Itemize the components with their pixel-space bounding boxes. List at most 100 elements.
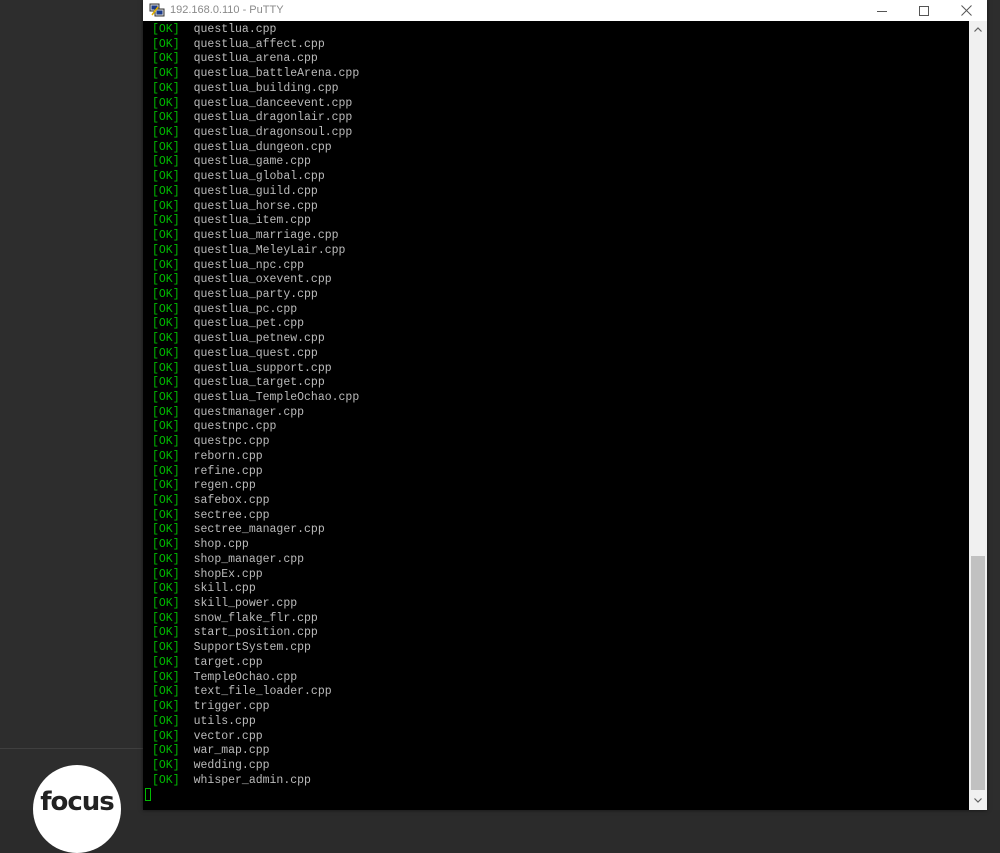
terminal-line: [OK] questlua_npc.cpp [152, 259, 359, 274]
terminal-line: [OK] refine.cpp [152, 465, 359, 480]
ok-status-tag: [OK] [152, 111, 180, 125]
terminal-line: [OK] questmanager.cpp [152, 406, 359, 421]
terminal-line: [OK] questlua_game.cpp [152, 155, 359, 170]
compiled-file-name: questlua_guild.cpp [193, 184, 318, 198]
ok-status-tag: [OK] [152, 317, 180, 331]
terminal-line: [OK] safebox.cpp [152, 494, 359, 509]
terminal-line: [OK] questlua_dungeon.cpp [152, 141, 359, 156]
compiled-file-name: skill.cpp [193, 582, 256, 596]
compiled-file-name: trigger.cpp [193, 700, 270, 714]
terminal-line: [OK] sectree.cpp [152, 509, 359, 524]
ok-status-tag: [OK] [152, 655, 180, 669]
terminal-line: [OK] trigger.cpp [152, 700, 359, 715]
terminal-line: [OK] questlua_affect.cpp [152, 38, 359, 53]
ok-status-tag: [OK] [152, 140, 180, 154]
ok-status-tag: [OK] [152, 52, 180, 66]
compiled-file-name: whisper_admin.cpp [193, 773, 311, 787]
ok-status-tag: [OK] [152, 361, 180, 375]
compiled-file-name: sectree.cpp [193, 508, 270, 522]
terminal-line: [OK] vector.cpp [152, 730, 359, 745]
ok-status-tag: [OK] [152, 184, 180, 198]
compiled-file-name: questlua_marriage.cpp [193, 229, 339, 243]
ok-status-tag: [OK] [152, 479, 180, 493]
title-bar[interactable]: 192.168.0.110 - PuTTY [143, 0, 987, 21]
maximize-icon [919, 5, 929, 16]
terminal-line: [OK] regen.cpp [152, 479, 359, 494]
compiled-file-name: questlua_affect.cpp [193, 37, 325, 51]
terminal-line: [OK] questlua_MeleyLair.cpp [152, 244, 359, 259]
ok-status-tag: [OK] [152, 641, 180, 655]
ok-status-tag: [OK] [152, 229, 180, 243]
terminal-line: [OK] questlua_petnew.cpp [152, 332, 359, 347]
ok-status-tag: [OK] [152, 37, 180, 51]
compiled-file-name: utils.cpp [193, 714, 256, 728]
ok-status-tag: [OK] [152, 670, 180, 684]
ok-status-tag: [OK] [152, 170, 180, 184]
compiled-file-name: safebox.cpp [193, 494, 270, 507]
terminal-line: [OK] start_position.cpp [152, 626, 359, 641]
scroll-down-arrow-icon [974, 798, 982, 803]
terminal-line: [OK] questlua.cpp [152, 23, 359, 38]
terminal-line: [OK] questlua_pet.cpp [152, 317, 359, 332]
compiled-file-name: questmanager.cpp [193, 405, 305, 419]
terminal-line: [OK] skill.cpp [152, 582, 359, 597]
focus-logo: focus [33, 765, 121, 853]
scroll-down-button[interactable] [969, 792, 987, 809]
terminal-line: [OK] questlua_quest.cpp [152, 347, 359, 362]
compiled-file-name: questlua_petnew.cpp [193, 332, 325, 346]
terminal-line: [OK] war_map.cpp [152, 744, 359, 759]
ok-status-tag: [OK] [152, 744, 180, 758]
compiled-file-name: questpc.cpp [193, 435, 270, 449]
putty-window[interactable]: 192.168.0.110 - PuTTY [OK] questlua.cpp [O… [143, 0, 987, 810]
terminal-line: [OK] questlua_danceevent.cpp [152, 97, 359, 112]
ok-status-tag: [OK] [152, 420, 180, 434]
terminal-line: [OK] questlua_target.cpp [152, 376, 359, 391]
minimize-icon [877, 10, 887, 12]
desktop-divider [0, 748, 143, 749]
terminal-line: [OK] reborn.cpp [152, 450, 359, 465]
vertical-scrollbar[interactable] [969, 21, 987, 810]
terminal-line: [OK] wedding.cpp [152, 759, 359, 774]
compiled-file-name: reborn.cpp [193, 449, 263, 463]
compiled-file-name: text_file_loader.cpp [193, 685, 332, 699]
terminal-line: [OK] snow_flake_flr.cpp [152, 612, 359, 627]
ok-status-tag: [OK] [152, 449, 180, 463]
focus-logo-text: focus [40, 787, 115, 817]
ok-status-tag: [OK] [152, 435, 180, 449]
compiled-file-name: questlua_arena.cpp [193, 52, 318, 66]
ok-status-tag: [OK] [152, 552, 180, 566]
compiled-file-name: shop_manager.cpp [193, 552, 305, 566]
compiled-file-name: questlua_pet.cpp [193, 317, 305, 331]
compiled-file-name: snow_flake_flr.cpp [193, 611, 318, 625]
terminal-line: [OK] questlua_arena.cpp [152, 52, 359, 67]
maximize-button[interactable] [903, 0, 945, 21]
ok-status-tag: [OK] [152, 758, 180, 772]
compiled-file-name: questlua_MeleyLair.cpp [193, 243, 346, 257]
compiled-file-name: questlua_item.cpp [193, 214, 311, 228]
terminal-line: [OK] skill_power.cpp [152, 597, 359, 612]
close-button[interactable] [945, 0, 987, 21]
ok-status-tag: [OK] [152, 494, 180, 507]
terminal-line: [OK] questlua_support.cpp [152, 362, 359, 377]
ok-status-tag: [OK] [152, 273, 180, 287]
minimize-button[interactable] [861, 0, 903, 21]
compiled-file-name: start_position.cpp [193, 626, 318, 640]
compiled-file-name: questlua_horse.cpp [193, 199, 318, 213]
compiled-file-name: questlua_battleArena.cpp [193, 67, 360, 81]
compiled-file-name: questlua_dragonsoul.cpp [193, 126, 353, 140]
terminal-line: [OK] questlua_dragonsoul.cpp [152, 126, 359, 141]
scrollbar-thumb[interactable] [971, 556, 985, 790]
compiled-file-name: vector.cpp [193, 729, 263, 743]
terminal-line: [OK] questlua_party.cpp [152, 288, 359, 303]
compiled-file-name: regen.cpp [193, 479, 256, 493]
scroll-up-button[interactable] [969, 21, 987, 38]
terminal-output[interactable]: [OK] questlua.cpp [OK] questlua_affect.cpp[… [143, 21, 969, 810]
compiled-file-name: refine.cpp [193, 464, 263, 478]
terminal-line: [OK] questlua_building.cpp [152, 82, 359, 97]
compiled-file-name: questlua_pc.cpp [193, 302, 298, 316]
terminal-line: [OK] shop.cpp [152, 538, 359, 553]
compiled-file-name: questlua_TempleOchao.cpp [193, 390, 360, 404]
ok-status-tag: [OK] [152, 23, 180, 36]
ok-status-tag: [OK] [152, 258, 180, 272]
compiled-file-name: target.cpp [193, 655, 263, 669]
